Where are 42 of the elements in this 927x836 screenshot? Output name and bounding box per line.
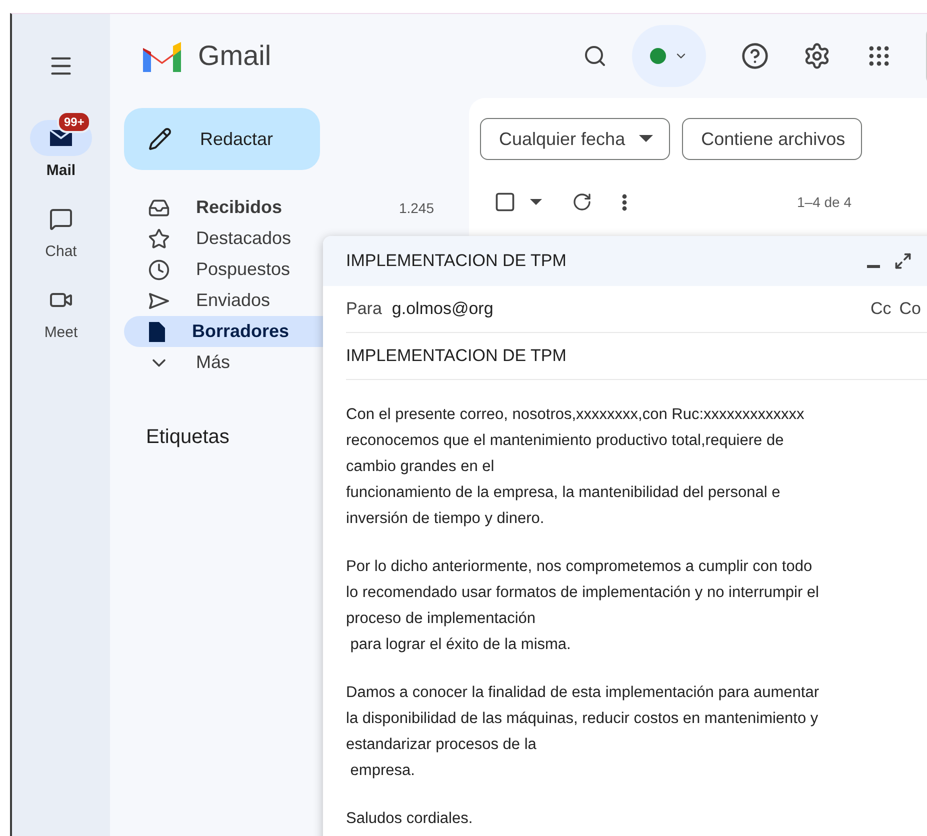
unread-count: 1.245 xyxy=(398,200,434,216)
help-icon xyxy=(741,42,769,70)
message-paragraph: Damos a conocer la finalidad de esta implementación para aumentar la disponibilidad de las máquinas, reducir costos en mantenimiento y estandarizar procesos de la empresa. xyxy=(346,683,820,781)
rail-item[interactable]: Meet xyxy=(30,270,92,341)
compose-button[interactable]: Redactar xyxy=(124,108,320,170)
file-icon xyxy=(148,320,166,342)
pagination-text: 1–4 de 4 xyxy=(797,194,852,210)
search-icon xyxy=(583,44,607,68)
nav-item[interactable]: Destacados xyxy=(124,223,462,254)
subject-field[interactable]: IMPLEMENTACION DE TPM xyxy=(346,346,927,366)
nav-item[interactable]: Recibidos 1.245 xyxy=(124,192,462,223)
caret-button[interactable] xyxy=(530,198,542,206)
message-paragraph: Por lo dicho anteriormente, nos comprometemos a cumplir con todo lo recomendado usar formatos de implementación y no interrumpir el proceso de implementación para lograr el éxito de la misma. xyxy=(346,557,820,655)
message-paragraph: Con el presente correo, nosotros,xxxxxxxx,con Ruc:xxxxxxxxxxxxx reconocemos que el mantenimiento productivo total,requiere de cambio grandes en el funcionamiento de la empresa, la mantenibilidad del personal e inversión de tiempo y dinero. xyxy=(346,405,806,529)
recipient-field[interactable]: g.olmos@org xyxy=(392,299,870,319)
settings-icon xyxy=(803,42,831,70)
caret-icon xyxy=(530,198,542,206)
refresh-icon xyxy=(572,192,592,212)
filter-chip[interactable]: Contiene archivos xyxy=(682,118,862,160)
gmail-logo-icon xyxy=(140,40,184,72)
cc-link[interactable]: Cc xyxy=(870,299,892,319)
cc-link[interactable]: Co xyxy=(899,299,921,319)
app-name: Gmail xyxy=(198,40,272,72)
select-checkbox[interactable] xyxy=(494,191,516,213)
filter-chip[interactable]: Cualquier fecha xyxy=(480,118,670,160)
send-icon xyxy=(148,292,170,310)
more-button[interactable] xyxy=(622,194,627,210)
rail-item[interactable]: Chat xyxy=(30,189,92,260)
minimize-icon xyxy=(866,264,880,268)
clock-icon xyxy=(148,258,170,280)
envelope-icon xyxy=(49,128,73,148)
pencil-icon xyxy=(148,127,172,151)
refresh-button[interactable] xyxy=(572,192,592,212)
count-badge: 99+ xyxy=(57,111,92,133)
more-icon xyxy=(622,194,627,210)
chat-icon xyxy=(49,207,73,231)
expand-icon xyxy=(894,252,912,270)
star-icon xyxy=(148,228,170,250)
message-paragraph: Saludos cordiales. xyxy=(346,809,474,829)
compose-title: IMPLEMENTACION DE TPM xyxy=(346,251,568,271)
section-heading: Etiquetas xyxy=(146,426,230,449)
field-label: Para xyxy=(346,299,382,319)
